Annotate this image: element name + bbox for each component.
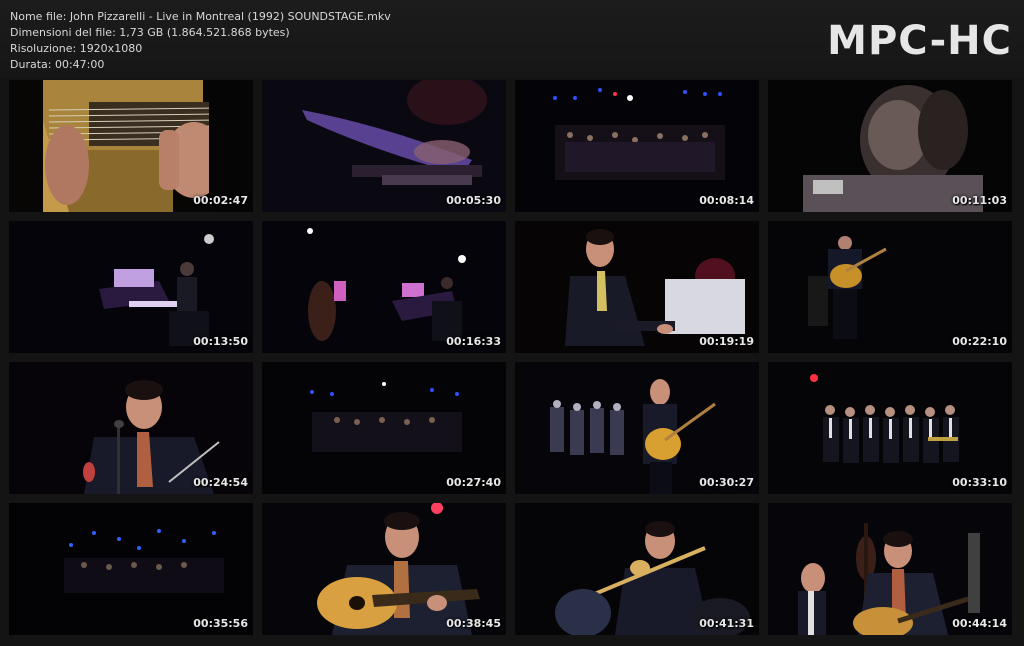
thumbnail: 00:02:47 — [9, 80, 253, 212]
mpc-hc-logo: MPC-HC — [827, 18, 1012, 64]
timestamp: 00:24:54 — [193, 476, 248, 489]
thumbnail-image — [9, 503, 253, 635]
timestamp: 00:33:10 — [952, 476, 1007, 489]
thumbnail-image — [262, 80, 506, 212]
file-resolution: Risoluzione: 1920x1080 — [10, 42, 143, 55]
thumbnail-image — [515, 221, 759, 353]
thumbnail: 00:05:30 — [262, 80, 506, 212]
timestamp: 00:22:10 — [952, 335, 1007, 348]
timestamp: 00:16:33 — [446, 335, 501, 348]
timestamp: 00:19:19 — [699, 335, 754, 348]
thumbnail: 00:11:03 — [768, 80, 1012, 212]
thumbnail: 00:38:45 — [262, 503, 506, 635]
thumbnail-image — [9, 362, 253, 494]
thumbnail: 00:33:10 — [768, 362, 1012, 494]
thumbnail-image — [262, 503, 506, 635]
thumbnail: 00:44:14 — [768, 503, 1012, 635]
thumbnail-image — [768, 221, 1012, 353]
thumbnail-image — [262, 221, 506, 353]
thumbnail-image — [768, 362, 1012, 494]
thumbnail: 00:08:14 — [515, 80, 759, 212]
timestamp: 00:27:40 — [446, 476, 501, 489]
timestamp: 00:44:14 — [952, 617, 1007, 630]
thumbnail: 00:35:56 — [9, 503, 253, 635]
thumbnail: 00:24:54 — [9, 362, 253, 494]
thumbnail-image — [768, 80, 1012, 212]
thumbnail: 00:16:33 — [262, 221, 506, 353]
thumbnail-image — [768, 503, 1012, 635]
thumbnail-image — [515, 362, 759, 494]
timestamp: 00:41:31 — [699, 617, 754, 630]
info-header: Nome file: John Pizzarelli - Live in Mon… — [0, 0, 1024, 78]
timestamp: 00:02:47 — [193, 194, 248, 207]
thumbnail-image — [9, 80, 253, 212]
timestamp: 00:05:30 — [446, 194, 501, 207]
timestamp: 00:11:03 — [952, 194, 1007, 207]
timestamp: 00:08:14 — [699, 194, 754, 207]
thumbnail-grid: 00:02:47 00:05:30 00:08:14 00:11:03 00:1… — [9, 80, 1012, 635]
timestamp: 00:30:27 — [699, 476, 754, 489]
thumbnail: 00:30:27 — [515, 362, 759, 494]
file-duration: Durata: 00:47:00 — [10, 58, 105, 71]
thumbnail-image — [9, 221, 253, 353]
timestamp: 00:35:56 — [193, 617, 248, 630]
thumbnail-image — [262, 362, 506, 494]
thumbnail-image — [515, 80, 759, 212]
thumbnail: 00:27:40 — [262, 362, 506, 494]
thumbnail-image — [515, 503, 759, 635]
file-name: Nome file: John Pizzarelli - Live in Mon… — [10, 10, 391, 23]
timestamp: 00:38:45 — [446, 617, 501, 630]
thumbnail: 00:41:31 — [515, 503, 759, 635]
timestamp: 00:13:50 — [193, 335, 248, 348]
file-size: Dimensioni del file: 1,73 GB (1.864.521.… — [10, 26, 290, 39]
thumbnail: 00:13:50 — [9, 221, 253, 353]
thumbnail: 00:19:19 — [515, 221, 759, 353]
thumbnail: 00:22:10 — [768, 221, 1012, 353]
file-info: Nome file: John Pizzarelli - Live in Mon… — [10, 9, 391, 73]
